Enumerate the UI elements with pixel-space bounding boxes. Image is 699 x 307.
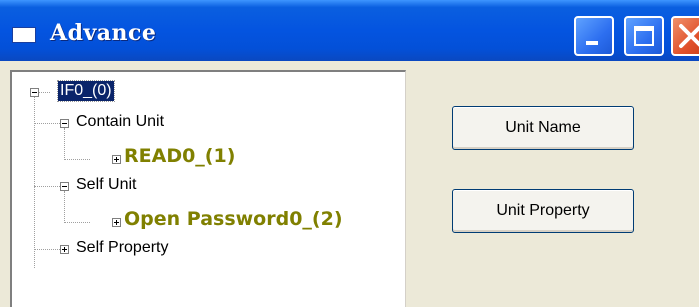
close-icon	[679, 24, 699, 48]
tree-connector	[64, 128, 65, 160]
unit-name-button[interactable]: Unit Name	[452, 106, 634, 150]
collapse-icon[interactable]	[60, 182, 69, 191]
tree-connector	[34, 96, 35, 268]
tree-connector	[64, 159, 90, 160]
minimize-icon	[586, 41, 598, 45]
collapse-icon[interactable]	[60, 119, 69, 128]
unit-tree-view[interactable]: IF0_(0) Contain Unit READ0_(1) Self Unit…	[10, 70, 406, 307]
window-icon	[12, 27, 36, 43]
title-bar[interactable]: Advance	[0, 0, 699, 61]
tree-node-open-password0[interactable]: Open Password0_(2)	[124, 209, 343, 229]
close-button[interactable]	[671, 16, 699, 56]
expand-icon[interactable]	[60, 245, 69, 254]
unit-property-button[interactable]: Unit Property	[452, 189, 634, 233]
window-title: Advance	[50, 20, 157, 46]
collapse-icon[interactable]	[30, 88, 39, 97]
minimize-button[interactable]	[574, 16, 614, 56]
tree-node-self-property[interactable]: Self Property	[76, 238, 168, 258]
tree-node-contain-unit[interactable]: Contain Unit	[76, 112, 164, 132]
maximize-icon	[634, 26, 654, 46]
tree-node-self-unit[interactable]: Self Unit	[76, 175, 136, 195]
tree-connector	[64, 222, 90, 223]
tree-connector	[38, 92, 50, 93]
tree-connector	[64, 191, 65, 223]
tree-node-if0[interactable]: IF0_(0)	[57, 80, 115, 102]
tree-node-read0[interactable]: READ0_(1)	[124, 146, 235, 166]
maximize-button[interactable]	[624, 16, 664, 56]
expand-icon[interactable]	[112, 155, 121, 164]
expand-icon[interactable]	[112, 218, 121, 227]
